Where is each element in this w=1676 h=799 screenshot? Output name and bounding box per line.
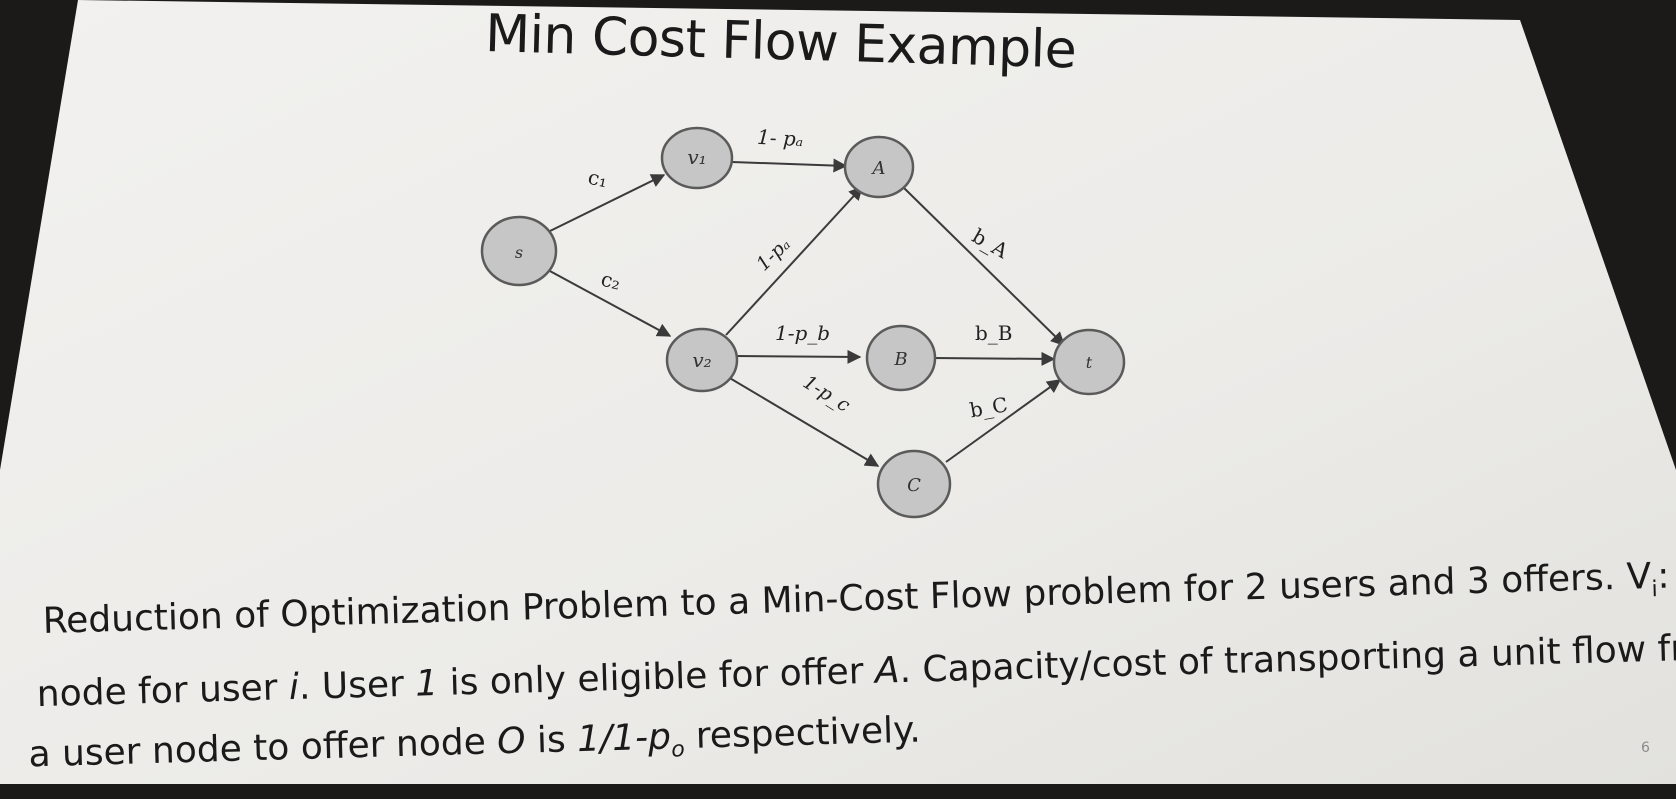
edge-v1-A [731,158,848,173]
node-s-label: s [515,243,523,262]
node-B-label: B [893,349,907,370]
edge-v1-A-label: 1- pₐ [757,125,804,151]
edge-C-t-label: b_C [968,392,1010,422]
edge-B-t [932,351,1056,366]
edge-s-v2-label: c₂ [599,267,623,295]
edge-v2-C-label: 1-p_c [799,371,854,417]
node-v2-label: v₂ [692,348,711,372]
edge-v2-B [734,349,862,364]
edge-v2-B-label: 1-p_b [775,321,830,345]
node-t-label: t [1086,353,1093,372]
edge-v2-A-label: 1-pₐ [752,233,794,275]
node-v1-label: v₁ [687,145,706,169]
edge-s-v1-label: c₁ [586,165,610,192]
edge-v2-A [725,185,863,336]
node-A-label: A [871,158,886,179]
caption-po-subscript: o [670,737,686,763]
node-C-label: C [907,475,921,496]
edge-B-t-label: b_B [975,321,1013,345]
slide-page-number: 6 [1641,740,1650,756]
